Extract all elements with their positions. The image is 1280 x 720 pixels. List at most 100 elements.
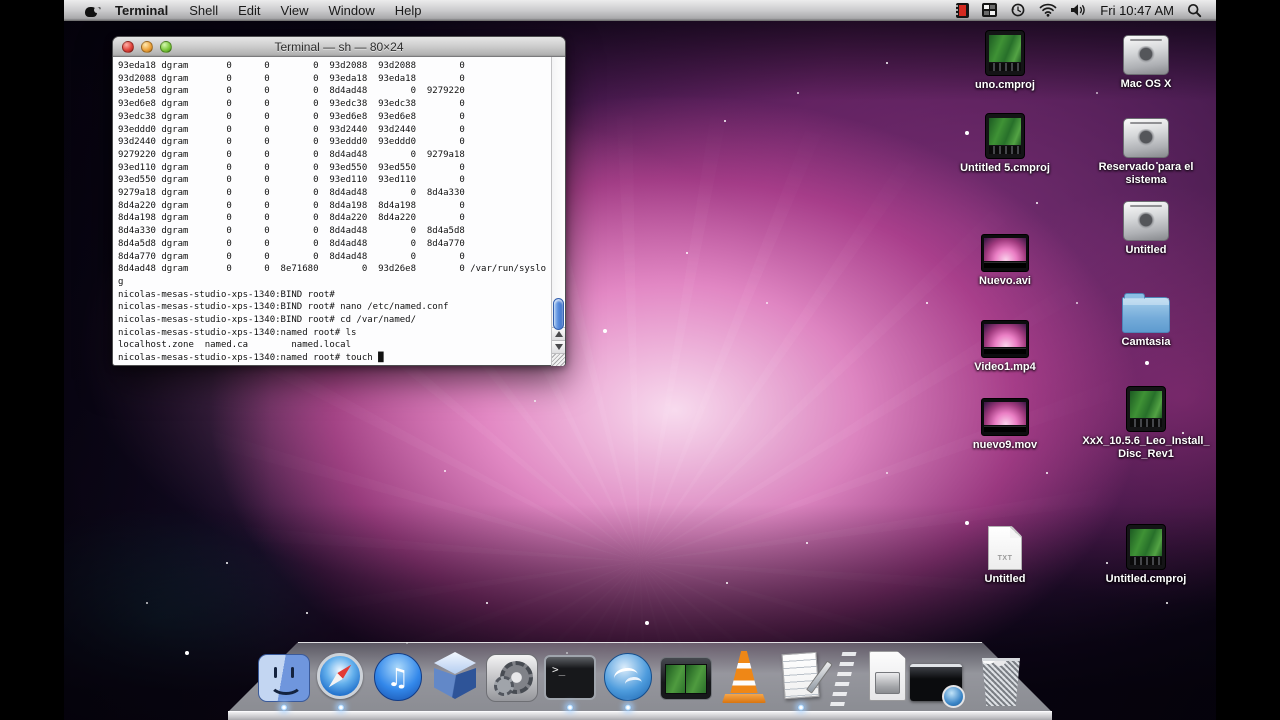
minimize-button[interactable] bbox=[141, 41, 153, 53]
dock-app-icon bbox=[604, 653, 652, 701]
menu-label: Shell bbox=[189, 2, 219, 18]
file-label: Reservado para el sistema bbox=[1098, 161, 1194, 186]
menu-bar-clock[interactable]: Fri 10:47 AM bbox=[1100, 3, 1174, 18]
running-indicator-dot bbox=[337, 704, 345, 711]
zoom-button[interactable] bbox=[160, 41, 172, 53]
scroll-down-button[interactable] bbox=[552, 340, 565, 353]
desktop-icon-uno-cmproj[interactable]: uno.cmproj bbox=[950, 30, 1060, 92]
file-icon bbox=[981, 234, 1029, 272]
menu-terminal[interactable]: Terminal bbox=[104, 0, 179, 20]
file-label: Camtasia bbox=[1121, 336, 1171, 348]
dock-item-camtasia[interactable] bbox=[660, 650, 712, 708]
wifi-icon[interactable] bbox=[1039, 0, 1057, 20]
up-arrow-icon bbox=[554, 331, 563, 337]
spotlight-search-icon[interactable] bbox=[1187, 0, 1202, 20]
window-title: Terminal — sh — 80×24 bbox=[274, 39, 404, 54]
file-icon bbox=[981, 320, 1029, 358]
dock-item-vlc[interactable] bbox=[718, 650, 770, 708]
running-indicator-dot bbox=[624, 704, 632, 711]
menu-label: View bbox=[280, 2, 309, 18]
dock-app-icon bbox=[982, 658, 1020, 706]
camtasia-recorder-icon[interactable] bbox=[956, 0, 970, 20]
menu-bar-status-area: Fri 10:47 AM bbox=[956, 0, 1216, 20]
menu-bar-left: Terminal Shell Edit View Window Help bbox=[64, 0, 432, 20]
dock-app-icon bbox=[910, 664, 965, 708]
dock-app-icon: ♫ bbox=[374, 653, 422, 701]
dock-item-system-preferences[interactable] bbox=[486, 650, 538, 708]
file-icon bbox=[1123, 118, 1169, 158]
running-indicator-dot bbox=[566, 704, 574, 711]
menu-edit[interactable]: Edit bbox=[228, 0, 270, 20]
menu-label: Window bbox=[328, 2, 375, 18]
file-icon bbox=[985, 113, 1025, 159]
desktop-icon-reservado-para-el-sistema[interactable]: Reservado para el sistema bbox=[1081, 113, 1211, 187]
terminal-body: 93eda18 dgram 0 0 0 93d2088 93d2088 0 93… bbox=[113, 57, 565, 366]
dock-item-terminal[interactable]: >_ bbox=[544, 650, 596, 711]
desktop-icon-untitled-cmproj[interactable]: Untitled.cmproj bbox=[1081, 524, 1211, 586]
file-label: Video1.mp4 bbox=[974, 361, 1036, 373]
apple-logo-icon bbox=[85, 4, 101, 17]
terminal-window[interactable]: Terminal — sh — 80×24 93eda18 dgram 0 0 … bbox=[112, 36, 566, 366]
dock-item-finder[interactable] bbox=[258, 650, 310, 711]
file-label: uno.cmproj bbox=[975, 79, 1035, 91]
dock-shelf-front-edge bbox=[228, 711, 1052, 720]
running-indicator-dot bbox=[280, 704, 288, 711]
menu-view[interactable]: View bbox=[271, 0, 319, 20]
desktop-icon-untitled-5-cmproj[interactable]: Untitled 5.cmproj bbox=[950, 113, 1060, 175]
file-label: Nuevo.avi bbox=[979, 275, 1031, 287]
desktop-icon-untitled-disk[interactable]: Untitled bbox=[1081, 196, 1211, 257]
menu-bar: Terminal Shell Edit View Window Help Fri 10:4… bbox=[64, 0, 1216, 21]
down-arrow-icon bbox=[554, 344, 563, 350]
time-machine-icon[interactable] bbox=[1010, 0, 1026, 20]
dock-item-trash[interactable] bbox=[974, 650, 1028, 708]
dock-item-virtualbox[interactable] bbox=[429, 650, 481, 708]
dock-app-icon bbox=[718, 650, 770, 708]
menu-window[interactable]: Window bbox=[319, 0, 385, 20]
file-label: Untitled bbox=[984, 573, 1026, 585]
file-icon bbox=[1122, 293, 1170, 333]
file-label: Untitled.cmproj bbox=[1105, 573, 1187, 585]
file-icon bbox=[1126, 524, 1166, 570]
desktop-icon-video1-mp4[interactable]: Video1.mp4 bbox=[950, 314, 1060, 374]
panels-icon[interactable] bbox=[982, 0, 998, 20]
desktop-icon-camtasia-folder[interactable]: Camtasia bbox=[1081, 289, 1211, 349]
scrollbar[interactable] bbox=[551, 57, 565, 366]
menu-help[interactable]: Help bbox=[385, 0, 432, 20]
close-button[interactable] bbox=[122, 41, 134, 53]
file-type-badge: TXT bbox=[997, 555, 1013, 562]
file-label: XxX_10.5.6_Leo_Install_Disc_Rev1 bbox=[1082, 435, 1210, 460]
dock-item-disk-image-document[interactable] bbox=[860, 650, 912, 708]
file-icon bbox=[985, 30, 1025, 76]
dock-app-icon bbox=[660, 657, 712, 700]
desktop-icon-nuevo9-mov[interactable]: nuevo9.mov bbox=[950, 392, 1060, 452]
file-icon bbox=[1123, 201, 1169, 241]
volume-icon[interactable] bbox=[1070, 0, 1087, 20]
file-icon bbox=[1123, 35, 1169, 75]
file-label: Mac OS X bbox=[1120, 78, 1172, 90]
desktop-icon-untitled-txt[interactable]: TXT Untitled bbox=[950, 524, 1060, 586]
dock-item-separator[interactable] bbox=[829, 650, 857, 708]
terminal-output[interactable]: 93eda18 dgram 0 0 0 93d2088 93d2088 0 93… bbox=[113, 57, 551, 366]
desktop-icon-xxx-leo-install-disc[interactable]: XxX_10.5.6_Leo_Install_Disc_Rev1 bbox=[1081, 386, 1211, 461]
dock-app-icon bbox=[860, 650, 912, 708]
desktop-icon-nuevo-avi[interactable]: Nuevo.avi bbox=[950, 228, 1060, 288]
desktop-icon-mac-os-x[interactable]: Mac OS X bbox=[1081, 30, 1211, 91]
running-indicator-dot bbox=[797, 704, 805, 711]
dock-app-icon: >_ bbox=[544, 655, 596, 700]
dock-item-itunes[interactable]: ♫ bbox=[372, 650, 424, 708]
window-resize-grip[interactable] bbox=[552, 353, 565, 366]
dock-item-minimized-window[interactable] bbox=[910, 650, 965, 708]
desktop-screen: Terminal Shell Edit View Window Help Fri 10:4… bbox=[64, 0, 1216, 720]
dock-app-icon bbox=[429, 652, 481, 708]
file-label: Untitled bbox=[1125, 244, 1167, 256]
dock-item-textedit[interactable] bbox=[775, 650, 827, 711]
scrollbar-thumb[interactable] bbox=[553, 298, 564, 330]
menu-shell[interactable]: Shell bbox=[179, 0, 228, 20]
dock-app-icon bbox=[317, 653, 363, 699]
menu-label: Help bbox=[394, 2, 422, 18]
dock-item-openoffice[interactable] bbox=[602, 650, 654, 711]
apple-menu[interactable] bbox=[78, 0, 104, 20]
scrollbar-track[interactable] bbox=[552, 57, 565, 330]
dock-item-safari[interactable] bbox=[315, 650, 367, 711]
terminal-title-bar[interactable]: Terminal — sh — 80×24 bbox=[113, 37, 565, 57]
